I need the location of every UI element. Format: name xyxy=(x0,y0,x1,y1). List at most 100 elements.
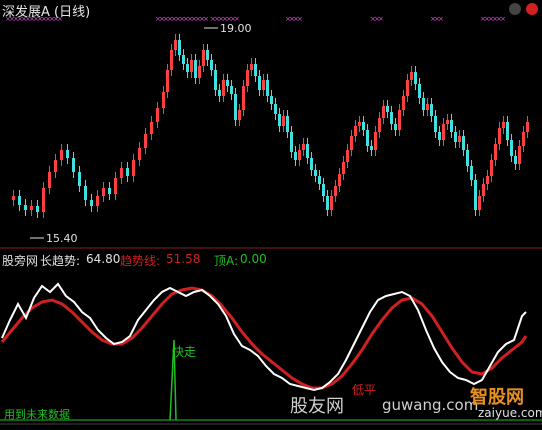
candle-body xyxy=(66,150,69,158)
top-marker: × xyxy=(500,15,506,23)
candle-body xyxy=(84,186,87,200)
candle-body xyxy=(202,50,205,66)
candle-body xyxy=(166,70,169,92)
candle-body xyxy=(466,150,469,166)
candle-body xyxy=(502,122,505,128)
top-marker: × xyxy=(203,15,209,23)
candle-body xyxy=(518,146,521,164)
candle-body xyxy=(170,50,173,70)
kline-chart[interactable]: × × × × × × × × × × × × × × × × × × × × × × × × × × × × × × × × × × × × × × × ×… xyxy=(0,0,542,426)
candle-body xyxy=(290,132,293,152)
candle-body xyxy=(310,158,313,170)
candle-body xyxy=(270,96,273,104)
candle-body xyxy=(510,140,513,156)
candle-body xyxy=(120,168,123,178)
candle-body xyxy=(390,112,393,124)
candle-body xyxy=(522,132,525,146)
candle-body xyxy=(214,70,217,90)
candle-body xyxy=(42,188,45,212)
candle-body xyxy=(54,160,57,172)
candle-body xyxy=(132,160,135,176)
candle-body xyxy=(114,178,117,194)
candle-body xyxy=(406,80,409,96)
settings-icon[interactable] xyxy=(509,3,521,15)
candle-body xyxy=(302,144,305,150)
badge-url: zaiyue.com xyxy=(478,406,542,420)
candle-body xyxy=(234,94,237,120)
candle-body xyxy=(482,184,485,196)
indicator-prefix: 股旁网 xyxy=(2,254,39,268)
candle-body xyxy=(258,76,261,90)
trend-line-series xyxy=(0,286,528,390)
candle-body xyxy=(102,188,105,196)
candle-body xyxy=(318,176,321,184)
candle-body xyxy=(314,170,317,176)
candle-body xyxy=(278,114,281,126)
candle-body xyxy=(478,196,481,210)
candle-body xyxy=(238,110,241,120)
candle-body xyxy=(382,106,385,118)
candle-body xyxy=(354,126,357,136)
candle-body xyxy=(194,60,197,78)
candle-body xyxy=(126,168,129,176)
trend-line-label: 趋势线: xyxy=(120,254,161,268)
close-icon[interactable] xyxy=(526,3,538,15)
long-trend-value: 64.80 xyxy=(86,252,121,266)
candle-body xyxy=(470,166,473,180)
candle-body xyxy=(454,132,457,142)
candle-body xyxy=(78,172,81,186)
candle-body xyxy=(182,55,185,64)
top-a-value: 0.00 xyxy=(240,252,267,266)
candle-body xyxy=(218,90,221,96)
candle-body xyxy=(12,196,15,200)
candle-body xyxy=(394,124,397,130)
high-price-label: 19.00 xyxy=(220,22,252,35)
low-price-label: 15.40 xyxy=(46,232,78,245)
candle-body xyxy=(418,84,421,98)
low-flat-label: 低平 xyxy=(352,383,376,397)
candle-body xyxy=(156,108,159,122)
candle-body xyxy=(366,130,369,146)
candle-body xyxy=(526,122,529,132)
candle-body xyxy=(458,136,461,142)
candle-body xyxy=(286,116,289,132)
candle-body xyxy=(350,136,353,150)
footer-note: 用到未来数据 xyxy=(4,407,70,421)
candle-body xyxy=(378,118,381,132)
candle-body xyxy=(206,50,209,60)
candle-body xyxy=(462,136,465,150)
top-marker: × xyxy=(378,15,384,23)
fast-label: 快走 xyxy=(172,345,196,359)
candle-body xyxy=(330,196,333,210)
candle-body xyxy=(222,80,225,96)
candle-body xyxy=(24,205,27,210)
candle-body xyxy=(342,162,345,174)
candle-body xyxy=(442,124,445,140)
candle-body xyxy=(506,122,509,140)
candle-body xyxy=(72,158,75,172)
candle-body xyxy=(60,150,63,160)
candle-body xyxy=(190,60,193,72)
candle-body xyxy=(426,104,429,110)
candle-body xyxy=(226,80,229,86)
candle-body xyxy=(150,122,153,134)
trend-line-value: 51.58 xyxy=(166,252,201,266)
candle-body xyxy=(18,196,21,205)
candle-body xyxy=(398,110,401,130)
candle-body xyxy=(174,40,177,50)
candle-body xyxy=(246,70,249,86)
chart-title: 深发展A (日线) xyxy=(2,5,91,20)
chart-canvas[interactable]: ×××××××××××××× ××××××××××××× ××××××× ×××× ××… xyxy=(0,0,542,426)
candle-body xyxy=(322,184,325,196)
candle-body xyxy=(438,132,441,140)
candle-body xyxy=(266,80,269,96)
candle-body xyxy=(498,128,501,144)
candle-body xyxy=(490,160,493,176)
candle-body xyxy=(242,86,245,110)
candle-body xyxy=(450,120,453,132)
candle-body xyxy=(414,72,417,84)
top-a-label: 顶A: xyxy=(214,254,239,268)
candle-body xyxy=(434,116,437,132)
candle-body xyxy=(346,150,349,162)
candle-body xyxy=(370,146,373,150)
